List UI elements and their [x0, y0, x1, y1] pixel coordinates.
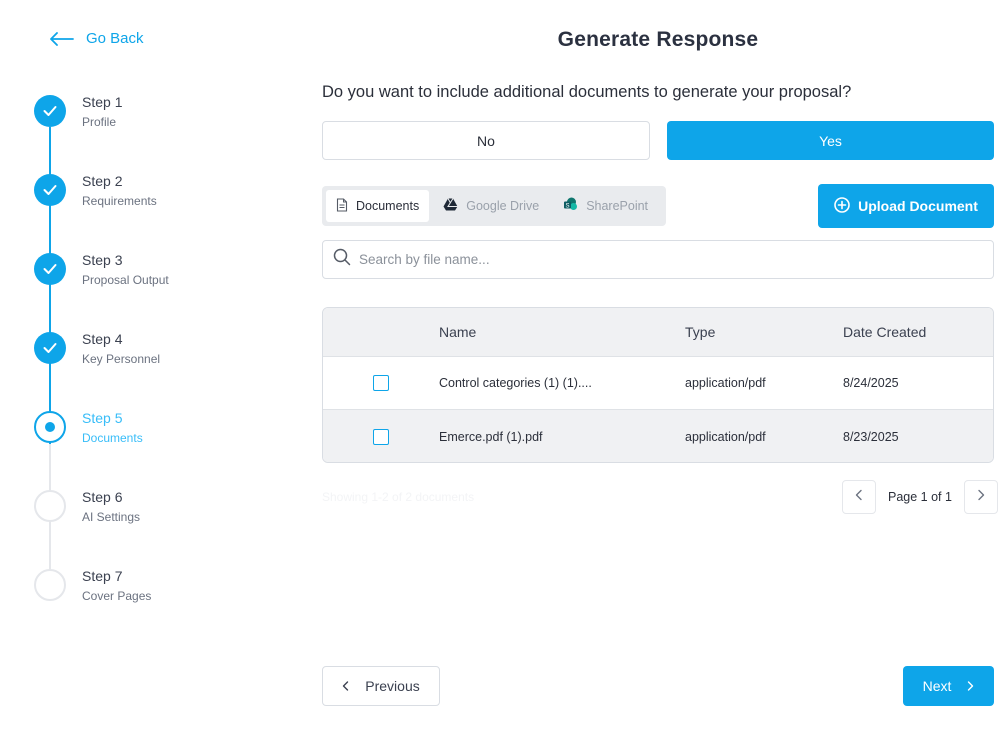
step-title: Step 7: [82, 568, 123, 584]
file-name: Control categories (1) (1)....: [439, 376, 592, 390]
check-icon: [34, 253, 66, 285]
plus-circle-icon: [834, 196, 850, 216]
file-type: application/pdf: [685, 376, 766, 390]
step-subtitle: Cover Pages: [82, 589, 152, 603]
chevron-left-icon: [855, 488, 863, 506]
file-date: 8/23/2025: [843, 429, 899, 444]
column-header-type[interactable]: Type: [685, 324, 715, 340]
documents-table: Name Type Date Created Control categorie…: [322, 307, 994, 463]
pagination-summary: Showing 1-2 of 2 documents: [322, 490, 475, 504]
table-header: Name Type Date Created: [323, 308, 993, 357]
arrow-left-icon: [50, 31, 74, 46]
tab-google-drive[interactable]: Google Drive: [433, 190, 549, 222]
go-back-label: Go Back: [86, 30, 144, 47]
file-date: 8/24/2025: [843, 376, 899, 390]
step-subtitle: AI Settings: [82, 510, 141, 524]
page-indicator: Page 1 of 1: [888, 490, 952, 504]
search-icon: [333, 248, 351, 271]
svg-text:S: S: [566, 203, 570, 209]
tab-label: Google Drive: [466, 199, 540, 213]
step-7[interactable]: Step 7 Cover Pages: [34, 566, 274, 606]
upload-document-button[interactable]: Upload Document: [818, 184, 994, 228]
file-name: Emerce.pdf (1).pdf: [439, 429, 543, 444]
step-6[interactable]: Step 6 AI Settings: [34, 487, 274, 527]
step-2[interactable]: Step 2 Requirements: [34, 171, 274, 211]
step-title: Step 1: [82, 94, 123, 110]
search-input[interactable]: [359, 252, 959, 267]
step-subtitle: Requirements: [82, 194, 157, 208]
no-button[interactable]: No: [322, 121, 650, 160]
empty-circle-icon: [34, 490, 66, 522]
tab-label: Documents: [356, 199, 420, 213]
step-subtitle: Proposal Output: [82, 273, 169, 287]
step-3[interactable]: Step 3 Proposal Output: [34, 250, 274, 290]
row-checkbox-cell: [373, 428, 389, 445]
step-1[interactable]: Step 1 Profile: [34, 92, 274, 132]
yes-button[interactable]: Yes: [667, 121, 994, 160]
row-checkbox-cell: [373, 375, 389, 391]
go-back-link[interactable]: Go Back: [50, 30, 144, 47]
row-checkbox[interactable]: [373, 375, 389, 391]
step-title: Step 2: [82, 173, 123, 189]
step-title: Step 3: [82, 252, 123, 268]
sharepoint-icon: S: [563, 197, 578, 215]
previous-button[interactable]: Previous: [322, 666, 440, 706]
step-title: Step 4: [82, 331, 123, 347]
tab-sharepoint[interactable]: S SharePoint: [553, 190, 658, 222]
source-tabs: Documents Google Drive S SharePoint: [322, 186, 666, 226]
file-type: application/pdf: [685, 429, 766, 444]
step-4[interactable]: Step 4 Key Personnel: [34, 329, 274, 369]
check-icon: [34, 174, 66, 206]
step-title: Step 5: [82, 410, 123, 426]
check-icon: [34, 95, 66, 127]
documents-question: Do you want to include additional docume…: [322, 83, 852, 101]
file-icon: [336, 197, 348, 215]
upload-label: Upload Document: [858, 198, 978, 214]
chevron-right-icon: [967, 678, 974, 694]
table-row[interactable]: Control categories (1) (1).... applicati…: [323, 357, 993, 410]
step-subtitle: Profile: [82, 115, 117, 129]
current-step-icon: [34, 411, 66, 443]
previous-label: Previous: [365, 678, 420, 694]
pagination: Page 1 of 1: [842, 480, 998, 514]
table-row[interactable]: Emerce.pdf (1).pdf application/pdf 8/23/…: [323, 410, 993, 462]
tab-label: SharePoint: [586, 199, 649, 213]
next-page-button[interactable]: [963, 480, 998, 514]
chevron-right-icon: [977, 488, 985, 506]
next-label: Next: [922, 678, 952, 694]
search-box: [322, 240, 994, 279]
step-5[interactable]: Step 5 Documents: [34, 408, 274, 448]
previous-page-button[interactable]: [842, 480, 876, 514]
tab-documents[interactable]: Documents: [326, 190, 430, 222]
chevron-left-icon: [342, 678, 349, 694]
column-header-date-created[interactable]: Date Created: [843, 324, 926, 340]
check-icon: [34, 332, 66, 364]
page-title: Generate Response: [557, 28, 759, 51]
next-button[interactable]: Next: [903, 666, 994, 706]
step-title: Step 6: [82, 489, 123, 505]
column-header-name[interactable]: Name: [439, 324, 476, 340]
row-checkbox[interactable]: [373, 428, 389, 445]
step-subtitle: Key Personnel: [82, 352, 161, 366]
google-drive-icon: [443, 198, 458, 214]
empty-circle-icon: [34, 569, 66, 601]
step-subtitle: Documents: [82, 431, 143, 445]
